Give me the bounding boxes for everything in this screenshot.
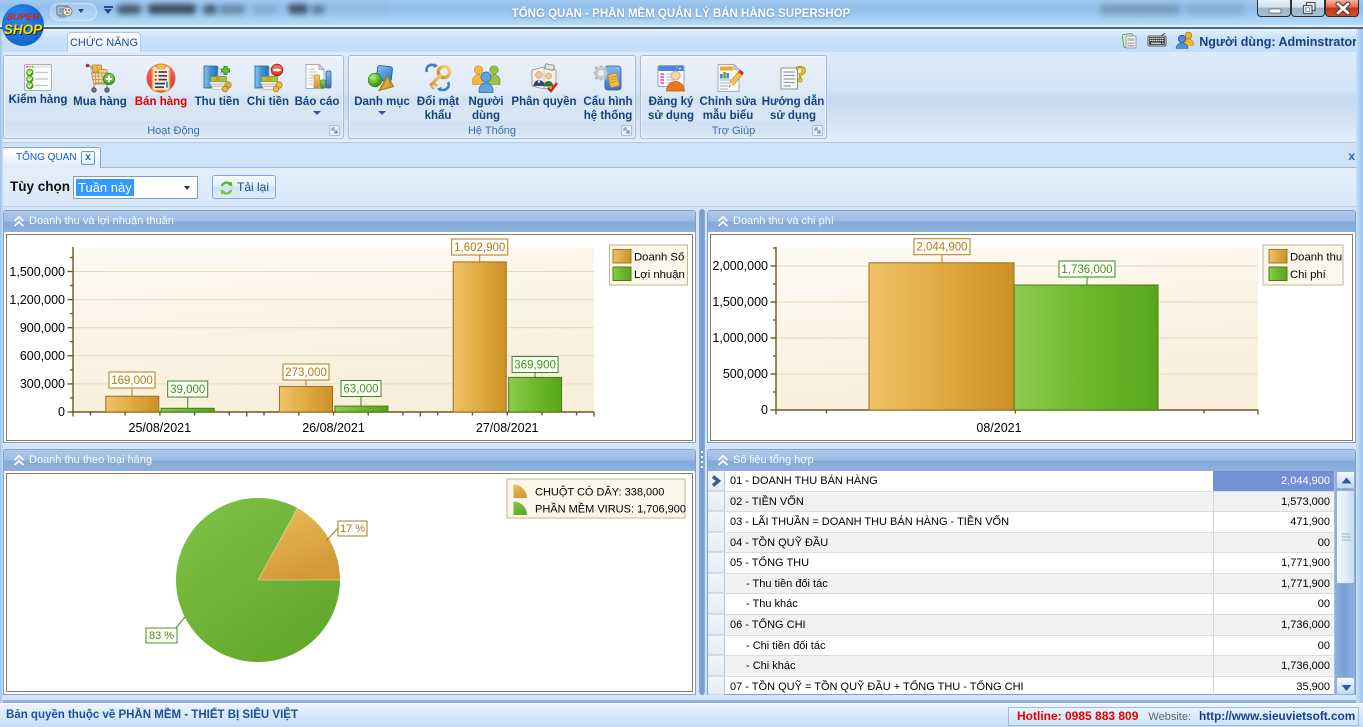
svg-text:17 %: 17 % (340, 523, 365, 535)
svg-text:25/08/2021: 25/08/2021 (129, 421, 192, 435)
svg-text:0: 0 (761, 403, 768, 417)
svg-text:1,736,000: 1,736,000 (1061, 264, 1112, 276)
svg-text:Doanh Số: Doanh Số (634, 252, 685, 264)
svg-text:169,000: 169,000 (111, 375, 153, 387)
svg-text:39,000: 39,000 (170, 384, 205, 396)
svg-text:Chi phí: Chi phí (1290, 269, 1327, 281)
svg-text:Doanh thu: Doanh thu (1290, 252, 1342, 264)
svg-text:1,200,000: 1,200,000 (9, 293, 65, 307)
svg-text:300,000: 300,000 (20, 377, 65, 391)
svg-text:26/08/2021: 26/08/2021 (302, 421, 365, 435)
svg-text:PHẦN MỀM VIRUS: 1,706,900: PHẦN MỀM VIRUS: 1,706,900 (535, 503, 686, 516)
svg-text:0: 0 (58, 405, 65, 419)
svg-text:900,000: 900,000 (20, 321, 65, 335)
svg-text:1,500,000: 1,500,000 (712, 295, 768, 309)
svg-text:273,000: 273,000 (285, 367, 327, 379)
svg-text:1,602,900: 1,602,900 (454, 242, 505, 254)
svg-text:27/08/2021: 27/08/2021 (476, 421, 539, 435)
svg-text:1,500,000: 1,500,000 (9, 265, 65, 279)
svg-text:08/2021: 08/2021 (976, 421, 1021, 435)
svg-text:500,000: 500,000 (723, 367, 768, 381)
svg-text:369,900: 369,900 (514, 360, 556, 372)
svg-text:Lợi nhuận: Lợi nhuận (634, 269, 685, 281)
svg-text:600,000: 600,000 (20, 349, 65, 363)
svg-text:CHUỘT CÓ DÂY: 338,000: CHUỘT CÓ DÂY: 338,000 (535, 486, 664, 499)
svg-text:83 %: 83 % (149, 630, 174, 642)
svg-text:2,000,000: 2,000,000 (712, 259, 768, 273)
svg-text:1,000,000: 1,000,000 (712, 331, 768, 345)
svg-text:?: ? (795, 62, 807, 87)
svg-text:63,000: 63,000 (343, 384, 378, 396)
svg-text:2,044,900: 2,044,900 (916, 242, 967, 254)
